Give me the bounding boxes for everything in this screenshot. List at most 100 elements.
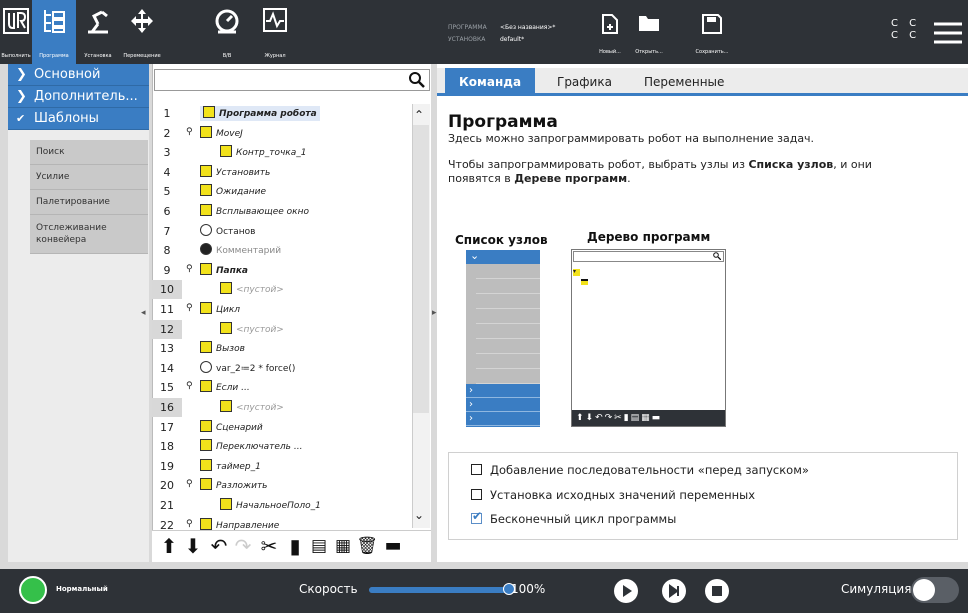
tree-node[interactable]: MoveJ <box>200 125 243 141</box>
undo-icon[interactable]: ↶ <box>208 535 230 557</box>
nav-basic[interactable]: ❯ Основной <box>8 64 149 86</box>
tree-row[interactable]: 7 Останов <box>152 222 416 242</box>
run-tab[interactable]: Выполнить <box>0 0 32 64</box>
template-conveyor[interactable]: Отслеживание конвейера <box>30 215 148 254</box>
tree-search-input[interactable] <box>154 69 430 91</box>
expand-toggle-icon[interactable]: ⚲ <box>186 303 193 313</box>
tree-row[interactable]: 16 <пустой> <box>152 398 416 418</box>
io-tab[interactable]: В/В <box>210 0 244 64</box>
copy-icon[interactable]: ▮ <box>284 535 306 557</box>
tree-node[interactable]: НачальноеПоло_1 <box>220 498 321 513</box>
move-down-icon[interactable]: ⬇ <box>182 535 204 557</box>
checkbox[interactable] <box>471 489 482 500</box>
delete-icon[interactable]: 🗑 <box>356 535 378 557</box>
stop-icon[interactable] <box>704 578 730 604</box>
collapse-left-handle[interactable]: ◂ <box>141 308 146 318</box>
tree-row[interactable]: 17 Сценарий <box>152 418 416 438</box>
program-tab[interactable]: Программа <box>32 0 76 64</box>
template-palletizing[interactable]: Палетирование <box>30 190 148 215</box>
tree-row[interactable]: 10 <пустой> <box>152 280 416 300</box>
nav-templates[interactable]: ✔ Шаблоны <box>8 108 149 130</box>
diagram-program-tree-label: Дерево программ <box>587 230 711 244</box>
expand-toggle-icon[interactable]: ⚲ <box>186 264 193 274</box>
expand-toggle-icon[interactable]: ⚲ <box>186 381 193 391</box>
tree-row[interactable]: 18 Переключатель ... <box>152 437 416 457</box>
tree-row[interactable]: 15 ⚲ Если ... <box>152 378 416 398</box>
chevron-down-icon: ✔ <box>16 112 26 125</box>
expand-toggle-icon[interactable]: ⚲ <box>186 127 193 137</box>
before-start-option[interactable]: Добавление последовательности «перед зап… <box>471 463 809 477</box>
tree-node[interactable]: var_2≔2 * force() <box>200 360 295 376</box>
loop-forever-option[interactable]: ✔ Бесконечный цикл программы <box>471 509 676 526</box>
new-program-button[interactable]: Новый... <box>591 14 629 60</box>
installation-name: default* <box>500 36 525 43</box>
log-tab[interactable]: Журнал <box>258 0 292 64</box>
tree-node[interactable]: <пустой> <box>220 321 284 337</box>
tree-row[interactable]: 14 var_2≔2 * force() <box>152 359 416 379</box>
nav-templates-label: Шаблоны <box>34 111 99 126</box>
hamburger-menu-icon[interactable] <box>934 22 962 44</box>
tree-row[interactable]: 19 таймер_1 <box>152 457 416 477</box>
tab-variables[interactable]: Переменные <box>644 68 724 96</box>
nav-advanced[interactable]: ❯ Дополнитель... <box>8 86 149 108</box>
tree-row[interactable]: 11 ⚲ Цикл <box>152 300 416 320</box>
tree-node[interactable]: Переключатель ... <box>200 439 302 454</box>
tree-row[interactable]: 8 Комментарий <box>152 241 416 261</box>
installation-tab[interactable]: Установка <box>77 0 119 64</box>
tree-row[interactable]: 2 ⚲ MoveJ <box>152 124 416 144</box>
tree-row[interactable]: 9 ⚲ Папка <box>152 261 416 281</box>
tree-row[interactable]: 6 Всплывающее окно <box>152 202 416 222</box>
tree-node[interactable]: Цикл <box>200 302 240 317</box>
instruction-node-list: Списка узлов <box>748 158 834 171</box>
tree-row[interactable]: 13 Вызов <box>152 339 416 359</box>
tab-graphics[interactable]: Графика <box>557 68 612 96</box>
expand-toggle-icon[interactable]: ⚲ <box>186 479 193 489</box>
play-icon[interactable] <box>613 578 639 604</box>
expand-toggle-icon[interactable]: ⚲ <box>186 519 193 529</box>
template-force[interactable]: Усилие <box>30 165 148 190</box>
tree-node[interactable]: Контр_точка_1 <box>220 145 306 160</box>
tree-row[interactable]: 20 ⚲ Разложить <box>152 476 416 496</box>
cut-icon[interactable]: ✂ <box>258 535 280 557</box>
tree-row[interactable]: 21 НачальноеПоло_1 <box>152 496 416 516</box>
tree-node[interactable]: Сценарий <box>200 419 263 435</box>
tab-command[interactable]: Команда <box>445 68 536 96</box>
paste-icon[interactable]: ▤ <box>308 535 330 557</box>
tree-row[interactable]: 5 Ожидание <box>152 182 416 202</box>
suppress-icon[interactable]: ▬ <box>382 535 404 557</box>
move-tab[interactable]: Перемещение <box>119 0 165 64</box>
checkbox-checked[interactable]: ✔ <box>471 509 482 524</box>
tree-node[interactable]: Останов <box>200 223 256 239</box>
move-up-icon[interactable]: ⬆ <box>158 535 180 557</box>
tree-row[interactable]: 4 Установить <box>152 163 416 183</box>
tree-node[interactable]: Папка <box>200 262 248 278</box>
node-type-icon <box>200 478 212 491</box>
init-vars-option[interactable]: Установка исходных значений переменных <box>471 488 755 502</box>
tree-node[interactable]: Разложить <box>200 478 268 493</box>
tree-node[interactable]: Комментарий <box>200 243 281 258</box>
step-icon[interactable] <box>661 578 687 604</box>
tree-node[interactable]: Установить <box>200 164 270 180</box>
tree-node[interactable]: Программа робота <box>200 106 320 121</box>
save-program-button[interactable]: Сохранить... <box>688 14 736 60</box>
node-label: Цикл <box>216 305 241 315</box>
tree-node[interactable]: <пустой> <box>220 400 284 415</box>
speed-slider-track[interactable] <box>369 587 507 593</box>
template-search[interactable]: Поиск <box>30 140 148 165</box>
collapse-right-handle[interactable]: ▸ <box>432 308 437 318</box>
tree-row[interactable]: 1 Программа робота <box>152 104 416 124</box>
tree-node[interactable]: Вызов <box>200 341 245 356</box>
power-status-button[interactable] <box>19 576 47 604</box>
tree-node[interactable]: Если ... <box>200 380 250 395</box>
redo-icon[interactable]: ↷ <box>232 535 254 557</box>
tree-node[interactable]: Всплывающее окно <box>200 204 309 219</box>
tree-row[interactable]: 3 Контр_точка_1 <box>152 143 416 163</box>
open-program-button[interactable]: Открыть... <box>626 14 672 60</box>
checkbox[interactable] <box>471 464 482 475</box>
tree-row[interactable]: 12 <пустой> <box>152 319 416 340</box>
simulation-toggle[interactable] <box>911 577 959 603</box>
tree-node[interactable]: <пустой> <box>220 282 284 297</box>
duplicate-icon[interactable]: ▦ <box>332 535 354 557</box>
tree-node[interactable]: таймер_1 <box>200 458 261 474</box>
tree-node[interactable]: Ожидание <box>200 184 266 199</box>
